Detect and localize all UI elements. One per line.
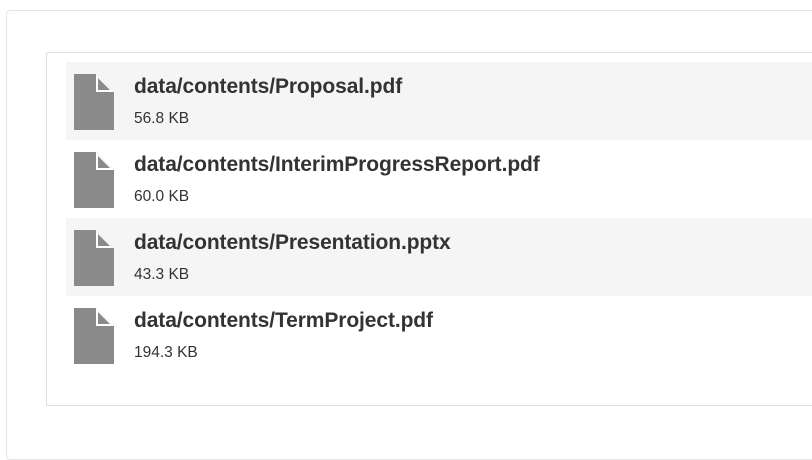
file-size: 60.0 KB: [134, 188, 190, 205]
file-size: 194.3 KB: [134, 344, 198, 361]
file-icon: [74, 74, 114, 130]
file-icon: [74, 308, 114, 364]
file-size: 56.8 KB: [134, 110, 190, 127]
file-size: 43.3 KB: [134, 266, 190, 283]
file-list: data/contents/Proposal.pdf 56.8 KB data/…: [66, 62, 812, 374]
file-name-link[interactable]: data/contents/TermProject.pdf: [134, 309, 433, 333]
file-list-item[interactable]: data/contents/Proposal.pdf 56.8 KB: [66, 62, 812, 140]
file-icon: [74, 230, 114, 286]
file-name-link[interactable]: data/contents/Presentation.pptx: [134, 231, 451, 255]
file-icon: [74, 152, 114, 208]
file-list-item[interactable]: data/contents/Presentation.pptx 43.3 KB: [66, 218, 812, 296]
file-name-link[interactable]: data/contents/InterimProgressReport.pdf: [134, 153, 540, 177]
file-list-item[interactable]: data/contents/InterimProgressReport.pdf …: [66, 140, 812, 218]
file-name-link[interactable]: data/contents/Proposal.pdf: [134, 75, 402, 99]
file-list-item[interactable]: data/contents/TermProject.pdf 194.3 KB: [66, 296, 812, 374]
